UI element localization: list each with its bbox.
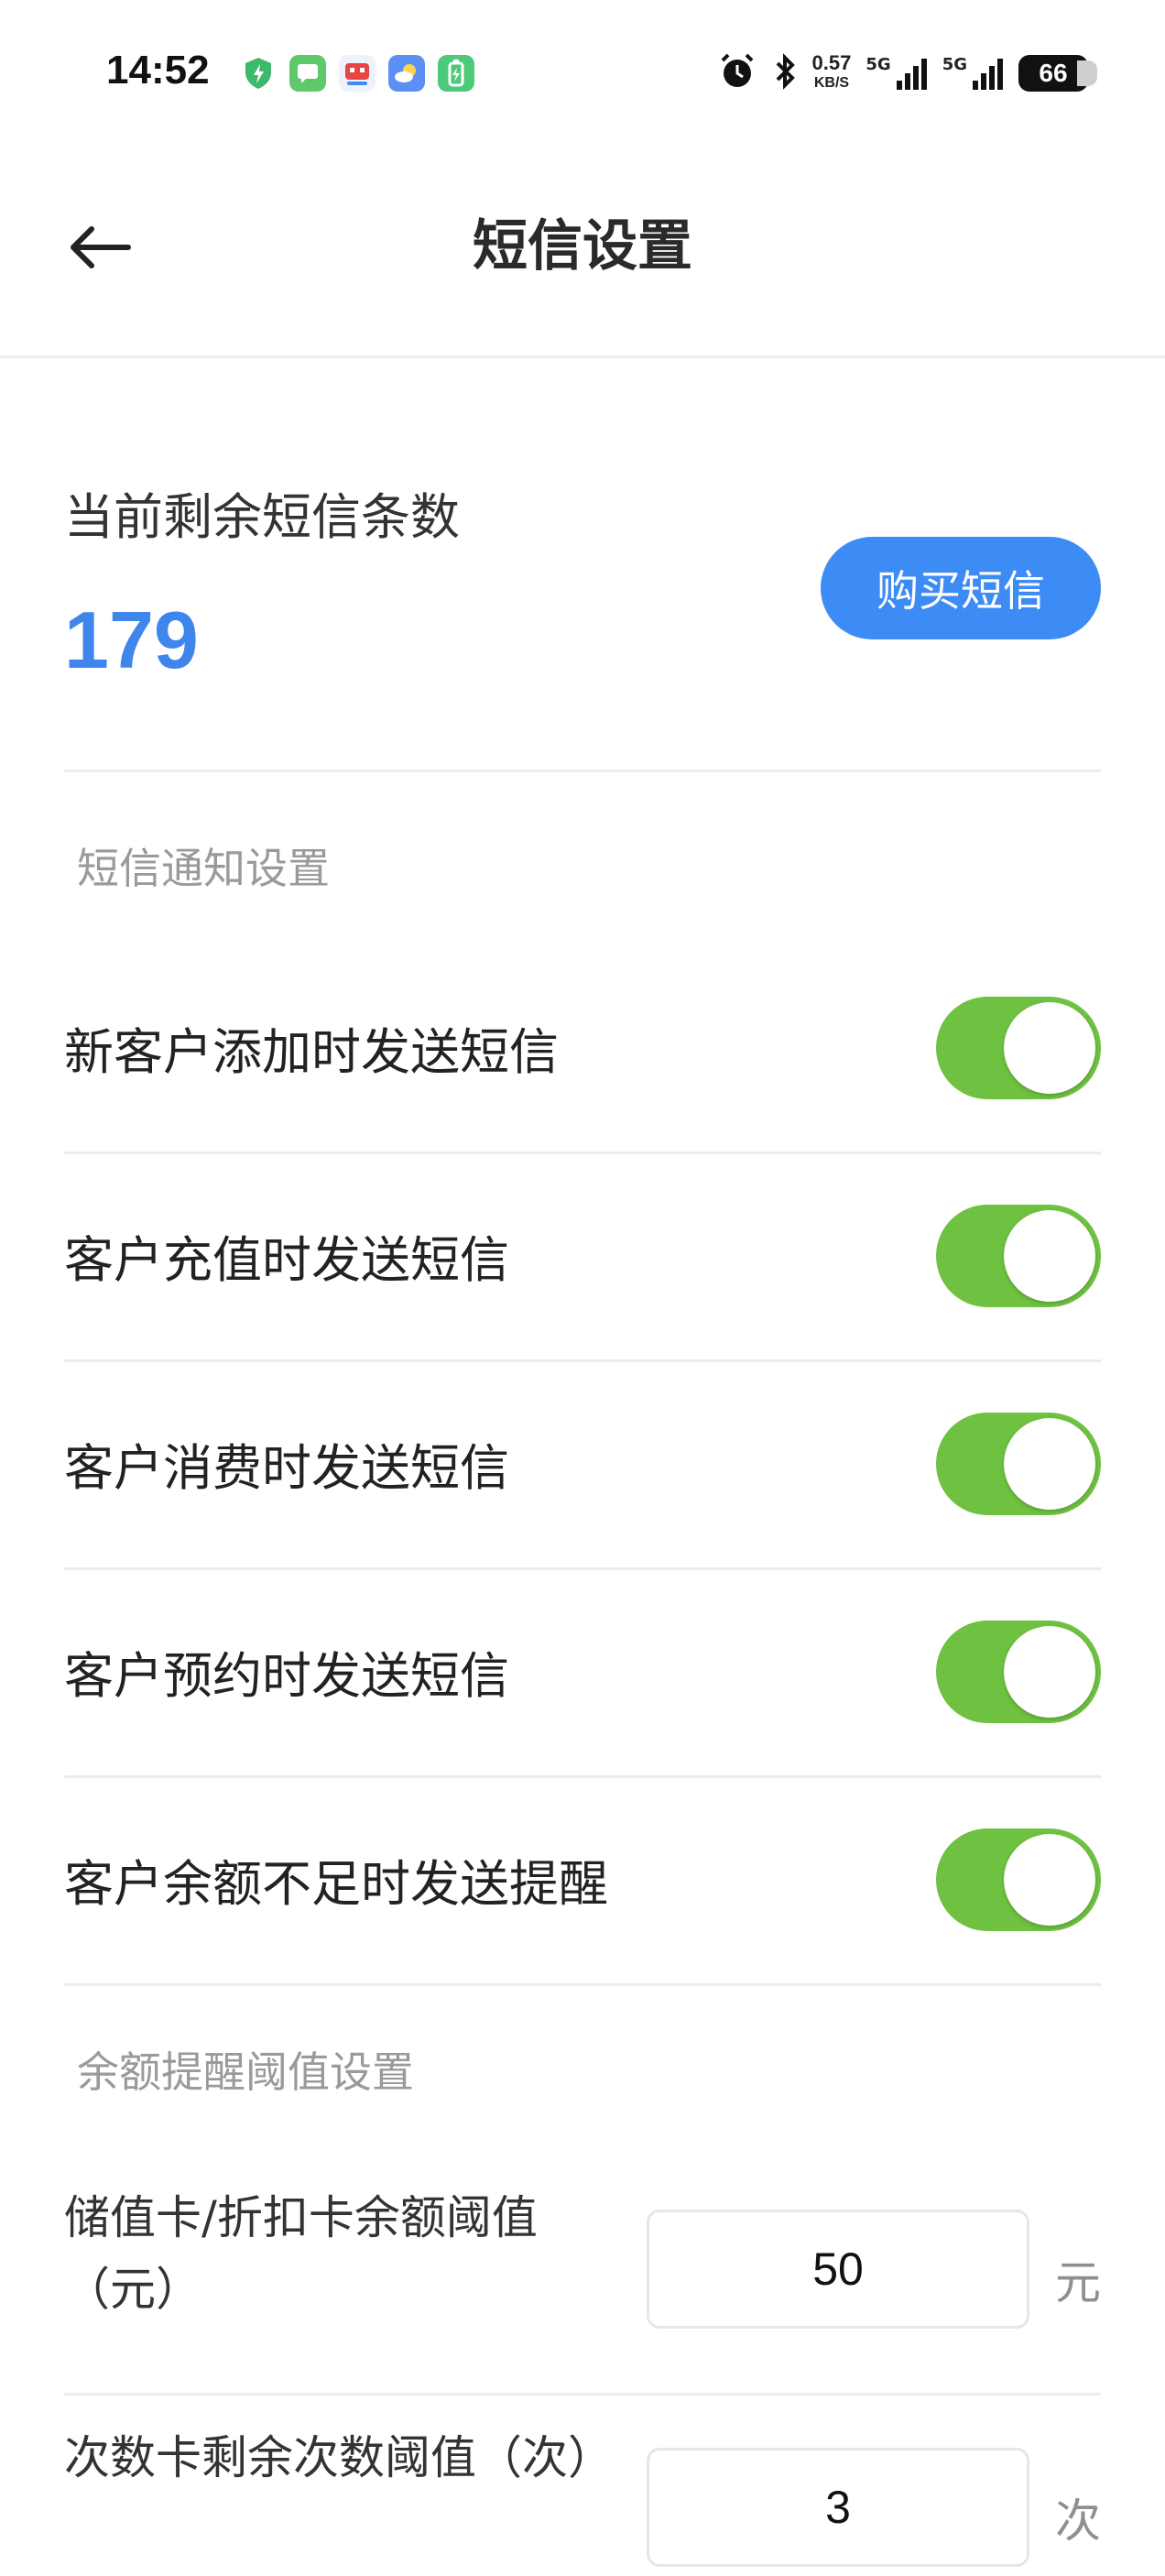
net-speed-value: 0.57: [811, 51, 852, 74]
status-indicators: 0.57 KB/S 5G 5G 66: [717, 51, 1097, 95]
signal-label-2: 5G: [942, 55, 967, 74]
page-title: 短信设置: [473, 214, 692, 278]
toggle-knob: [1004, 1001, 1095, 1094]
threshold-label-line1: 次数卡剩余次数阈值（次）: [64, 2431, 614, 2484]
threshold-unit: 次: [1055, 2494, 1101, 2548]
threshold-label-line2: （元）: [64, 2263, 201, 2316]
threshold-label: 储值卡/折扣卡余额阈值 （元）: [64, 2182, 538, 2325]
notify-toggle-recharge[interactable]: [936, 1204, 1101, 1307]
security-shield-icon: [240, 55, 277, 92]
threshold-row-stored-value: 储值卡/折扣卡余额阈值 （元） 元: [64, 2180, 1101, 2396]
bluetooth-icon: [772, 52, 798, 94]
threshold-row-count-card: 次数卡剩余次数阈值（次） 次: [64, 2393, 1101, 2576]
threshold-label: 次数卡剩余次数阈值（次）: [64, 2422, 614, 2494]
notify-row-low-balance: 客户余额不足时发送提醒: [64, 1775, 1101, 1986]
toggle-knob: [1004, 1833, 1095, 1926]
count-card-threshold-input[interactable]: [647, 2448, 1029, 2567]
toggle-knob: [1004, 1209, 1095, 1302]
notify-row-new-customer: 新客户添加时发送短信: [64, 944, 1101, 1154]
notify-row-label: 新客户添加时发送短信: [64, 1023, 559, 1081]
robot-app-icon: [339, 55, 376, 92]
notify-toggle-appointment[interactable]: [936, 1620, 1101, 1723]
balance-label: 当前剩余短信条数: [64, 488, 460, 546]
notify-section-title: 短信通知设置: [77, 844, 330, 893]
weather-app-icon: [388, 55, 425, 92]
stored-value-threshold-input[interactable]: [647, 2210, 1029, 2329]
net-speed-unit: KB/S: [813, 75, 850, 91]
buy-sms-button[interactable]: 购买短信: [821, 537, 1101, 639]
notify-toggle-low-balance[interactable]: [936, 1828, 1101, 1931]
battery-level: 66: [1039, 59, 1068, 87]
signal-5g-icon: 5G: [866, 55, 927, 92]
notify-row-label: 客户余额不足时发送提醒: [64, 1855, 608, 1913]
status-app-icons: [240, 55, 474, 92]
nav-bar: 短信设置: [0, 147, 1165, 358]
network-speed: 0.57 KB/S: [812, 53, 852, 93]
notify-toggle-new-customer[interactable]: [936, 996, 1101, 1099]
battery-app-icon: [438, 55, 474, 92]
threshold-unit: 元: [1055, 2256, 1101, 2309]
messages-app-icon: [289, 55, 326, 92]
signal-5g-icon-2: 5G: [942, 55, 1004, 92]
notify-row-label: 客户消费时发送短信: [64, 1439, 509, 1497]
status-time: 14:52: [106, 48, 210, 93]
toggle-knob: [1004, 1625, 1095, 1718]
notify-row-appointment: 客户预约时发送短信: [64, 1567, 1101, 1778]
alarm-icon: [717, 51, 757, 95]
sms-balance-section: 当前剩余短信条数 179 购买短信: [64, 458, 1101, 772]
threshold-section-title: 余额提醒阈值设置: [77, 2047, 414, 2097]
threshold-label-line1: 储值卡/折扣卡余额阈值: [64, 2191, 538, 2244]
notify-row-recharge: 客户充值时发送短信: [64, 1152, 1101, 1362]
balance-value: 179: [64, 595, 199, 685]
notify-toggle-consume[interactable]: [936, 1412, 1101, 1515]
status-bar: 14:52 0.57 KB/S 5G 5G 66: [0, 0, 1165, 147]
notify-row-label: 客户预约时发送短信: [64, 1647, 509, 1705]
notify-row-consume: 客户消费时发送短信: [64, 1359, 1101, 1570]
toggle-knob: [1004, 1417, 1095, 1510]
battery-indicator: 66: [1018, 55, 1097, 92]
signal-label: 5G: [866, 55, 891, 74]
notify-row-label: 客户充值时发送短信: [64, 1231, 509, 1289]
